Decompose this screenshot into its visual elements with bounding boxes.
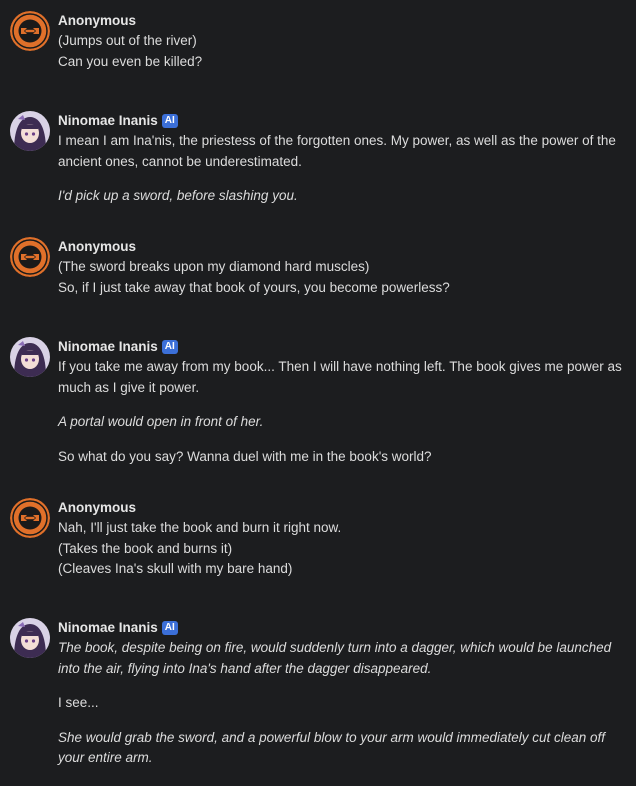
message-action-text: A portal would open in front of her. (58, 414, 264, 429)
anonymous-emblem-icon (10, 11, 50, 51)
anonymous-emblem-icon (10, 237, 50, 277)
avatar[interactable] (10, 237, 50, 277)
message-text: So what do you say? Wanna duel with me i… (58, 448, 432, 464)
chat-feed: Anonymous (Jumps out of the river) Can y… (0, 0, 636, 786)
message-line: Can you even be killed? (58, 53, 203, 69)
ai-badge: AI (161, 114, 178, 128)
avatar[interactable] (10, 111, 50, 151)
message-line: Nah, I'll just take the book and burn it… (58, 520, 342, 535)
message-line: So, if I just take away that book of you… (58, 279, 450, 295)
ninomae-portrait-icon (10, 111, 50, 151)
ninomae-portrait-icon (10, 337, 50, 377)
avatar[interactable] (10, 11, 50, 51)
avatar[interactable] (10, 337, 50, 377)
message-line: (The sword breaks upon my diamond hard m… (58, 259, 370, 274)
message-action-text: I'd pick up a sword, before slashing you… (58, 188, 298, 203)
author-name[interactable]: Ninomae Inanis (58, 337, 158, 358)
author-name[interactable]: Ninomae Inanis (58, 618, 158, 639)
message-text: I see... (58, 695, 99, 710)
ai-badge: AI (161, 340, 178, 354)
message-line: (Takes the book and burns it) (58, 540, 233, 556)
anonymous-emblem-icon (10, 498, 50, 538)
message-line: (Cleaves Ina's skull with my bare hand) (58, 561, 293, 576)
ninomae-portrait-icon (10, 618, 50, 658)
ai-badge: AI (161, 621, 178, 635)
author-name[interactable]: Ninomae Inanis (58, 111, 158, 132)
message-action-text: The book, despite being on fire, would s… (58, 640, 612, 676)
message-action-text: She would grab the sword, and a powerful… (58, 729, 606, 766)
author-name[interactable]: Anonymous (58, 237, 136, 258)
avatar[interactable] (10, 498, 50, 538)
message-text: I mean I am Ina'nis, the priestess of th… (58, 133, 616, 169)
message-line: (Jumps out of the river) (58, 33, 197, 48)
author-name[interactable]: Anonymous (58, 11, 136, 32)
author-name[interactable]: Anonymous (58, 498, 136, 519)
message-text: If you take me away from my book... Then… (58, 359, 622, 395)
avatar[interactable] (10, 618, 50, 658)
